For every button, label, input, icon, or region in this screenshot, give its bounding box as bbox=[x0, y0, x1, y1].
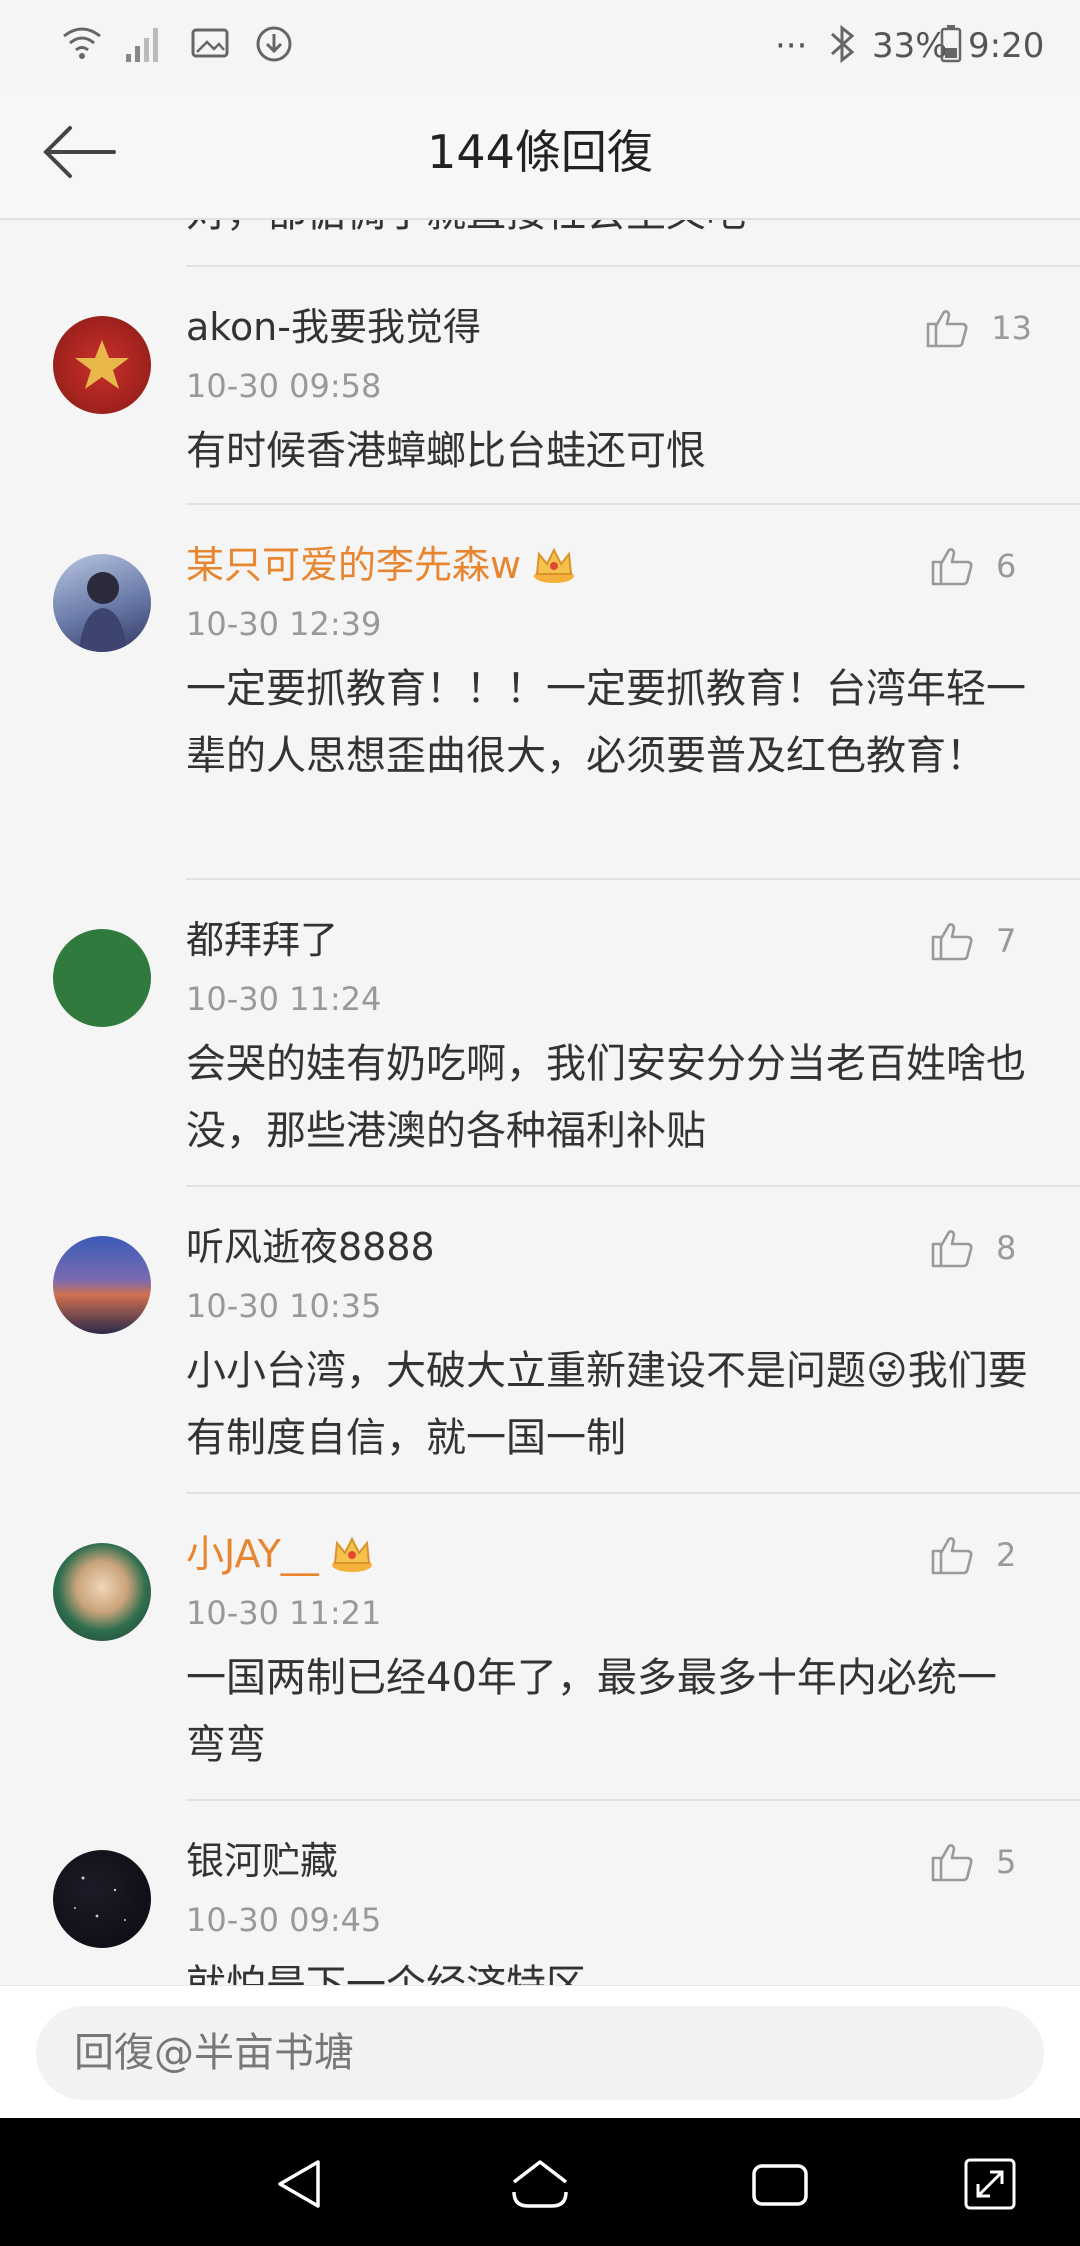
clock: 9:20 bbox=[968, 26, 1045, 66]
crown-icon bbox=[534, 547, 575, 583]
thumbs-up-icon bbox=[926, 310, 968, 348]
comment-feed[interactable]: 对，都惦惆了就直接社会主义吧 akon-我要我觉得 10-30 09:58 有时… bbox=[0, 220, 1080, 1985]
like-count: 8 bbox=[996, 1229, 1017, 1267]
username-text: 小JAY__ bbox=[186, 1532, 319, 1576]
username-text: 某只可爱的李先森w bbox=[186, 543, 522, 587]
star-icon bbox=[75, 340, 129, 389]
divider bbox=[186, 265, 1080, 267]
username[interactable]: akon-我要我觉得 bbox=[186, 302, 481, 352]
status-bar: ··· 33% 9:20 bbox=[0, 0, 1080, 90]
avatar[interactable] bbox=[53, 316, 151, 414]
like-count: 2 bbox=[996, 1536, 1017, 1574]
like-button[interactable]: 7 bbox=[928, 913, 1032, 969]
thumbs-up-icon bbox=[931, 1844, 973, 1882]
wifi-icon bbox=[63, 27, 101, 59]
divider bbox=[186, 1799, 1080, 1801]
like-count: 7 bbox=[996, 922, 1017, 960]
comment-text: 会哭的娃有奶吃啊，我们安安分分当老百姓啥也没，那些港澳的各种福利补贴 bbox=[186, 1041, 1026, 1154]
username[interactable]: 某只可爱的李先森w bbox=[186, 540, 577, 590]
nav-home-icon[interactable] bbox=[510, 2154, 570, 2214]
divider bbox=[186, 1185, 1080, 1187]
overflow-dots: ··· bbox=[775, 26, 808, 66]
nav-expand-icon[interactable] bbox=[960, 2154, 1020, 2214]
comment-time: 10-30 11:24 bbox=[186, 980, 382, 1018]
comment-time: 10-30 09:45 bbox=[186, 1901, 382, 1939]
person-icon bbox=[79, 572, 127, 652]
avatar[interactable] bbox=[53, 1236, 151, 1334]
username[interactable]: 听风逝夜8888 bbox=[186, 1222, 435, 1272]
battery-percent: 33% bbox=[872, 26, 948, 66]
comment-time: 10-30 09:58 bbox=[186, 367, 382, 405]
divider bbox=[186, 503, 1080, 505]
comment-time: 10-30 10:35 bbox=[186, 1287, 382, 1325]
like-button[interactable]: 8 bbox=[928, 1220, 1032, 1276]
nav-back-icon[interactable] bbox=[270, 2154, 330, 2214]
like-count: 13 bbox=[991, 309, 1032, 347]
divider bbox=[186, 878, 1080, 880]
like-button[interactable]: 13 bbox=[923, 300, 1032, 356]
avatar[interactable] bbox=[53, 554, 151, 652]
like-count: 5 bbox=[996, 1843, 1017, 1881]
like-button[interactable]: 6 bbox=[928, 538, 1032, 594]
reply-placeholder: 回復@半亩书塘 bbox=[74, 2030, 354, 2076]
download-icon bbox=[256, 26, 292, 62]
signal-icon bbox=[126, 28, 158, 62]
battery-icon bbox=[940, 25, 962, 63]
page-title: 144條回復 bbox=[427, 125, 653, 179]
like-button[interactable]: 5 bbox=[928, 1834, 1032, 1890]
comment-text: 一定要抓教育！！！一定要抓教育！台湾年轻一辈的人思想歪曲很大，必须要普及红色教育… bbox=[186, 666, 1026, 779]
thumbs-up-icon bbox=[931, 548, 973, 586]
username[interactable]: 银河贮藏 bbox=[186, 1836, 338, 1886]
reply-input[interactable]: 回復@半亩书塘 bbox=[36, 2006, 1044, 2100]
image-icon bbox=[191, 28, 229, 58]
nav-recents-icon[interactable] bbox=[750, 2154, 810, 2214]
username[interactable]: 都拜拜了 bbox=[186, 915, 338, 965]
bluetooth-icon bbox=[830, 24, 855, 64]
thumbs-up-icon bbox=[931, 923, 973, 961]
avatar[interactable] bbox=[53, 929, 151, 1027]
avatar[interactable] bbox=[53, 1543, 151, 1641]
comment-text: 有时候香港蟑螂比台蛙还可恨 bbox=[186, 428, 706, 474]
divider bbox=[186, 1492, 1080, 1494]
stars-icon bbox=[74, 1876, 126, 1921]
thumbs-up-icon bbox=[931, 1537, 973, 1575]
partial-comment-text: 对，都惦惆了就直接社会主义吧 bbox=[186, 220, 746, 246]
username[interactable]: 小JAY__ bbox=[186, 1529, 375, 1579]
comment-time: 10-30 11:21 bbox=[186, 1594, 382, 1632]
like-button[interactable]: 2 bbox=[928, 1527, 1032, 1583]
comment-text: 一国两制已经40年了，最多最多十年内必统一弯弯 bbox=[186, 1655, 997, 1768]
like-count: 6 bbox=[996, 547, 1017, 585]
thumbs-up-icon bbox=[931, 1230, 973, 1268]
comment-time: 10-30 12:39 bbox=[186, 605, 382, 643]
crown-icon bbox=[331, 1536, 372, 1572]
header: 144條回復 bbox=[0, 90, 1080, 220]
system-nav-bar bbox=[0, 2118, 1080, 2246]
reply-bar: 回復@半亩书塘 bbox=[0, 1985, 1080, 2119]
avatar[interactable] bbox=[53, 1850, 151, 1948]
comment-text: 小小台湾，大破大立重新建设不是问题😜我们要有制度自信，就一国一制 bbox=[186, 1348, 1028, 1461]
comment-text: 就怕是下一个经济特区 bbox=[186, 1962, 586, 1985]
